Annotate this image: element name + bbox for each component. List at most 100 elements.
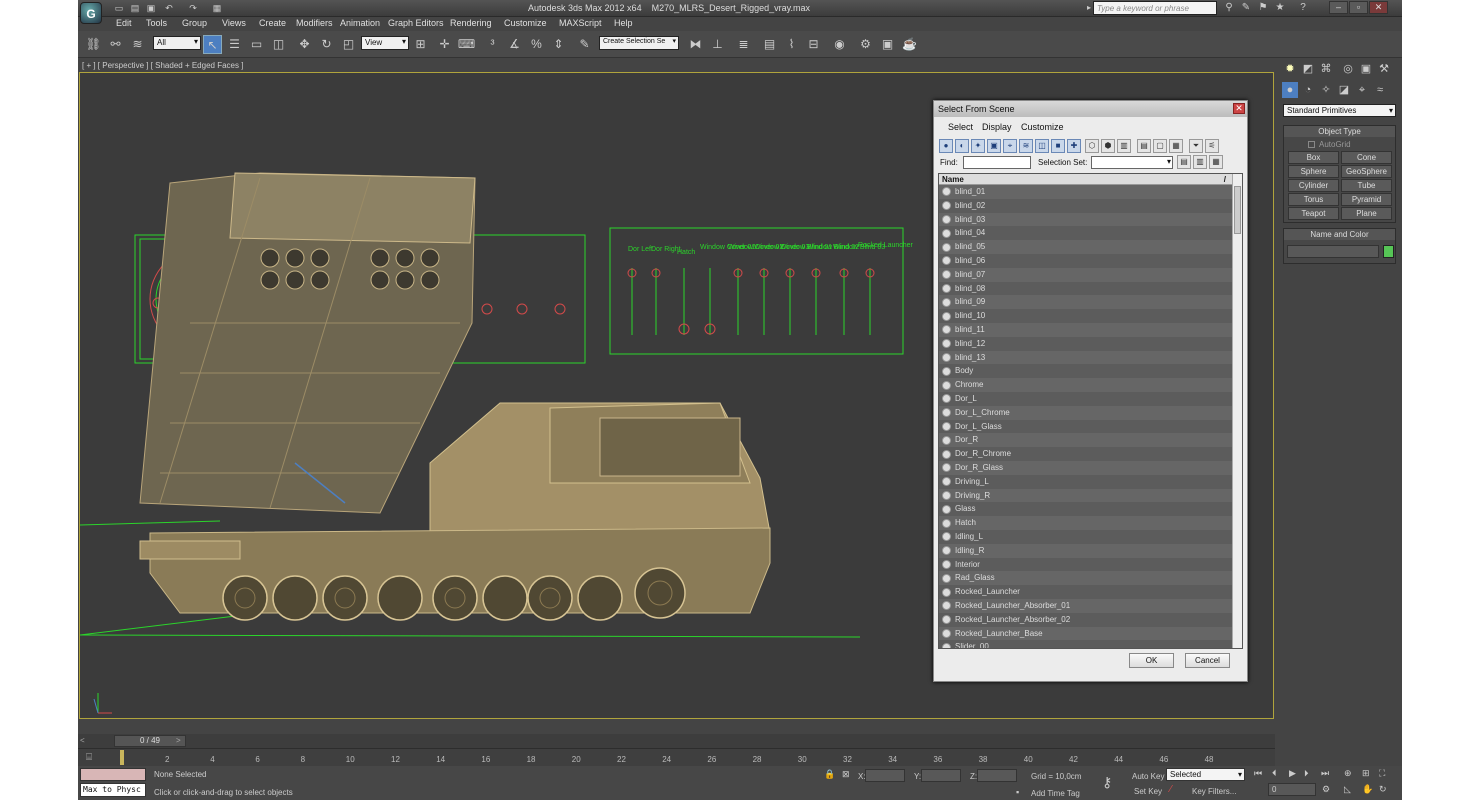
- go-to-end-icon[interactable]: ⏭: [1321, 768, 1329, 779]
- dialog-menu-select[interactable]: Select: [948, 122, 973, 132]
- object-list[interactable]: Name / blind_01 blind_02 blind_03 blind_04 bl…: [938, 173, 1243, 649]
- key-mode-dropdown[interactable]: Selected ▾: [1166, 768, 1245, 781]
- go-to-start-icon[interactable]: ⏮: [1254, 768, 1262, 779]
- geometry-icon[interactable]: ●: [1282, 82, 1298, 98]
- render-production-icon[interactable]: ☕: [900, 35, 919, 54]
- list-item[interactable]: Rad_Glass: [939, 571, 1242, 586]
- select-invert-icon[interactable]: ▦: [1169, 139, 1183, 153]
- list-item[interactable]: blind_10: [939, 309, 1242, 323]
- bind-space-warp-icon[interactable]: ≋: [128, 35, 147, 54]
- ok-button[interactable]: OK: [1129, 653, 1174, 668]
- torus-button[interactable]: Torus: [1288, 193, 1339, 206]
- list-item[interactable]: Driving_L: [939, 475, 1242, 489]
- key-icon[interactable]: ⚷: [1102, 774, 1112, 791]
- window-crossing-icon[interactable]: ◫: [269, 35, 288, 54]
- list-scrollbar[interactable]: [1232, 174, 1242, 648]
- menu-modifiers[interactable]: Modifiers: [296, 18, 333, 28]
- list-item[interactable]: blind_04: [939, 226, 1242, 240]
- pyramid-button[interactable]: Pyramid: [1341, 193, 1392, 206]
- material-editor-icon[interactable]: ◉: [830, 35, 849, 54]
- spacewarps-icon[interactable]: ≈: [1372, 82, 1388, 98]
- display-all-icon[interactable]: ⬡: [1085, 139, 1099, 153]
- select-by-name-icon[interactable]: ☰: [225, 35, 244, 54]
- set-key-icon[interactable]: ⁄: [1170, 784, 1172, 795]
- time-config-icon[interactable]: ⚙: [1322, 784, 1330, 795]
- cancel-button[interactable]: Cancel: [1185, 653, 1230, 668]
- geosphere-button[interactable]: GeoSphere: [1341, 165, 1392, 178]
- list-item[interactable]: blind_06: [939, 254, 1242, 268]
- hierarchy-tab-icon[interactable]: ⌘: [1318, 61, 1334, 77]
- list-item[interactable]: Body: [939, 364, 1242, 378]
- filter-funnel-icon[interactable]: ⏷: [1189, 139, 1203, 153]
- menu-graph-editors[interactable]: Graph Editors: [388, 18, 444, 28]
- menu-views[interactable]: Views: [222, 18, 246, 28]
- list-item[interactable]: blind_05: [939, 240, 1242, 254]
- filter-groups-icon[interactable]: ◫: [1035, 139, 1049, 153]
- auto-key-button[interactable]: Auto Key: [1132, 772, 1164, 781]
- select-all-icon[interactable]: ▤: [1137, 139, 1151, 153]
- next-frame-icon[interactable]: ⏵: [1304, 768, 1309, 779]
- modify-tab-icon[interactable]: ◩: [1300, 61, 1316, 77]
- mirror-icon[interactable]: ⧓: [686, 35, 705, 54]
- add-to-set-icon[interactable]: ▥: [1193, 155, 1207, 169]
- find-input[interactable]: [963, 156, 1031, 169]
- teapot-button[interactable]: Teapot: [1288, 207, 1339, 220]
- display-invert-icon[interactable]: ▥: [1117, 139, 1131, 153]
- list-item[interactable]: Dor_L: [939, 392, 1242, 406]
- filter-spacewarps-icon[interactable]: ≋: [1019, 139, 1033, 153]
- time-slider-next-icon[interactable]: >: [176, 736, 181, 745]
- open-file-icon[interactable]: ▤: [128, 2, 142, 15]
- lock-selection-icon[interactable]: 🔒: [824, 769, 835, 780]
- zoom-icon[interactable]: ⊕: [1344, 768, 1352, 779]
- list-item[interactable]: blind_11: [939, 322, 1242, 337]
- remove-from-set-icon[interactable]: ▦: [1209, 155, 1223, 169]
- create-selection-set-icon[interactable]: ▤: [1177, 155, 1191, 169]
- set-key-button[interactable]: Set Key: [1134, 787, 1162, 796]
- layer-manager-icon[interactable]: ≣: [734, 35, 753, 54]
- column-header-name[interactable]: Name: [942, 175, 964, 184]
- list-item[interactable]: blind_09: [939, 295, 1242, 310]
- list-item[interactable]: Glass: [939, 502, 1242, 516]
- list-item[interactable]: blind_01: [939, 185, 1242, 199]
- x-coordinate-input[interactable]: [865, 769, 905, 782]
- minimize-button[interactable]: –: [1329, 1, 1348, 14]
- selection-filter-dropdown[interactable]: All: [153, 36, 201, 50]
- list-item[interactable]: Rocked_Launcher_Absorber_02: [939, 613, 1242, 627]
- viewport-label[interactable]: [ + ] [ Perspective ] [ Shaded + Edged F…: [82, 61, 243, 70]
- object-type-header[interactable]: Object Type: [1284, 126, 1395, 137]
- lights-icon[interactable]: ✧: [1318, 82, 1334, 98]
- play-icon[interactable]: ▶: [1289, 768, 1296, 779]
- keyboard-shortcut-override-icon[interactable]: ⌨: [457, 35, 476, 54]
- pan-icon[interactable]: ✋: [1362, 784, 1373, 795]
- menu-tools[interactable]: Tools: [146, 18, 167, 28]
- zoom-extents-icon[interactable]: ⛶: [1379, 768, 1385, 779]
- list-header[interactable]: Name /: [939, 174, 1242, 185]
- box-button[interactable]: Box: [1288, 151, 1339, 164]
- list-item[interactable]: Slider_00: [939, 640, 1242, 648]
- motion-tab-icon[interactable]: ◎: [1340, 61, 1356, 77]
- redo-icon[interactable]: ↷: [186, 2, 200, 15]
- list-item[interactable]: Idling_R: [939, 543, 1242, 558]
- list-item[interactable]: Idling_L: [939, 530, 1242, 544]
- angle-snap-icon[interactable]: ∡: [505, 35, 524, 54]
- select-object-icon[interactable]: ↖: [203, 35, 222, 54]
- list-item[interactable]: Dor_R_Chrome: [939, 447, 1242, 461]
- dialog-menu-display[interactable]: Display: [982, 122, 1012, 132]
- menu-maxscript[interactable]: MAXScript: [559, 18, 602, 28]
- mini-curve-editor-icon[interactable]: ⌸: [86, 752, 92, 763]
- favorites-icon[interactable]: ★: [1273, 1, 1287, 15]
- menu-edit[interactable]: Edit: [116, 18, 132, 28]
- selection-set-dropdown[interactable]: ▾: [1091, 156, 1173, 169]
- list-item[interactable]: blind_03: [939, 212, 1242, 227]
- reference-coordinate-dropdown[interactable]: View: [361, 36, 409, 50]
- dialog-close-icon[interactable]: ✕: [1233, 103, 1245, 114]
- filter-lights-icon[interactable]: ✦: [971, 139, 985, 153]
- spinner-snap-icon[interactable]: ⇕: [549, 35, 568, 54]
- binoculars-icon[interactable]: ⚲: [1222, 1, 1236, 15]
- menu-animation[interactable]: Animation: [340, 18, 380, 28]
- list-item[interactable]: Dor_R: [939, 433, 1242, 448]
- menu-help[interactable]: Help: [614, 18, 633, 28]
- column-header-sort[interactable]: /: [1224, 174, 1226, 185]
- maximize-button[interactable]: ▫: [1349, 1, 1368, 14]
- category-dropdown[interactable]: Standard Primitives ▾: [1283, 104, 1396, 117]
